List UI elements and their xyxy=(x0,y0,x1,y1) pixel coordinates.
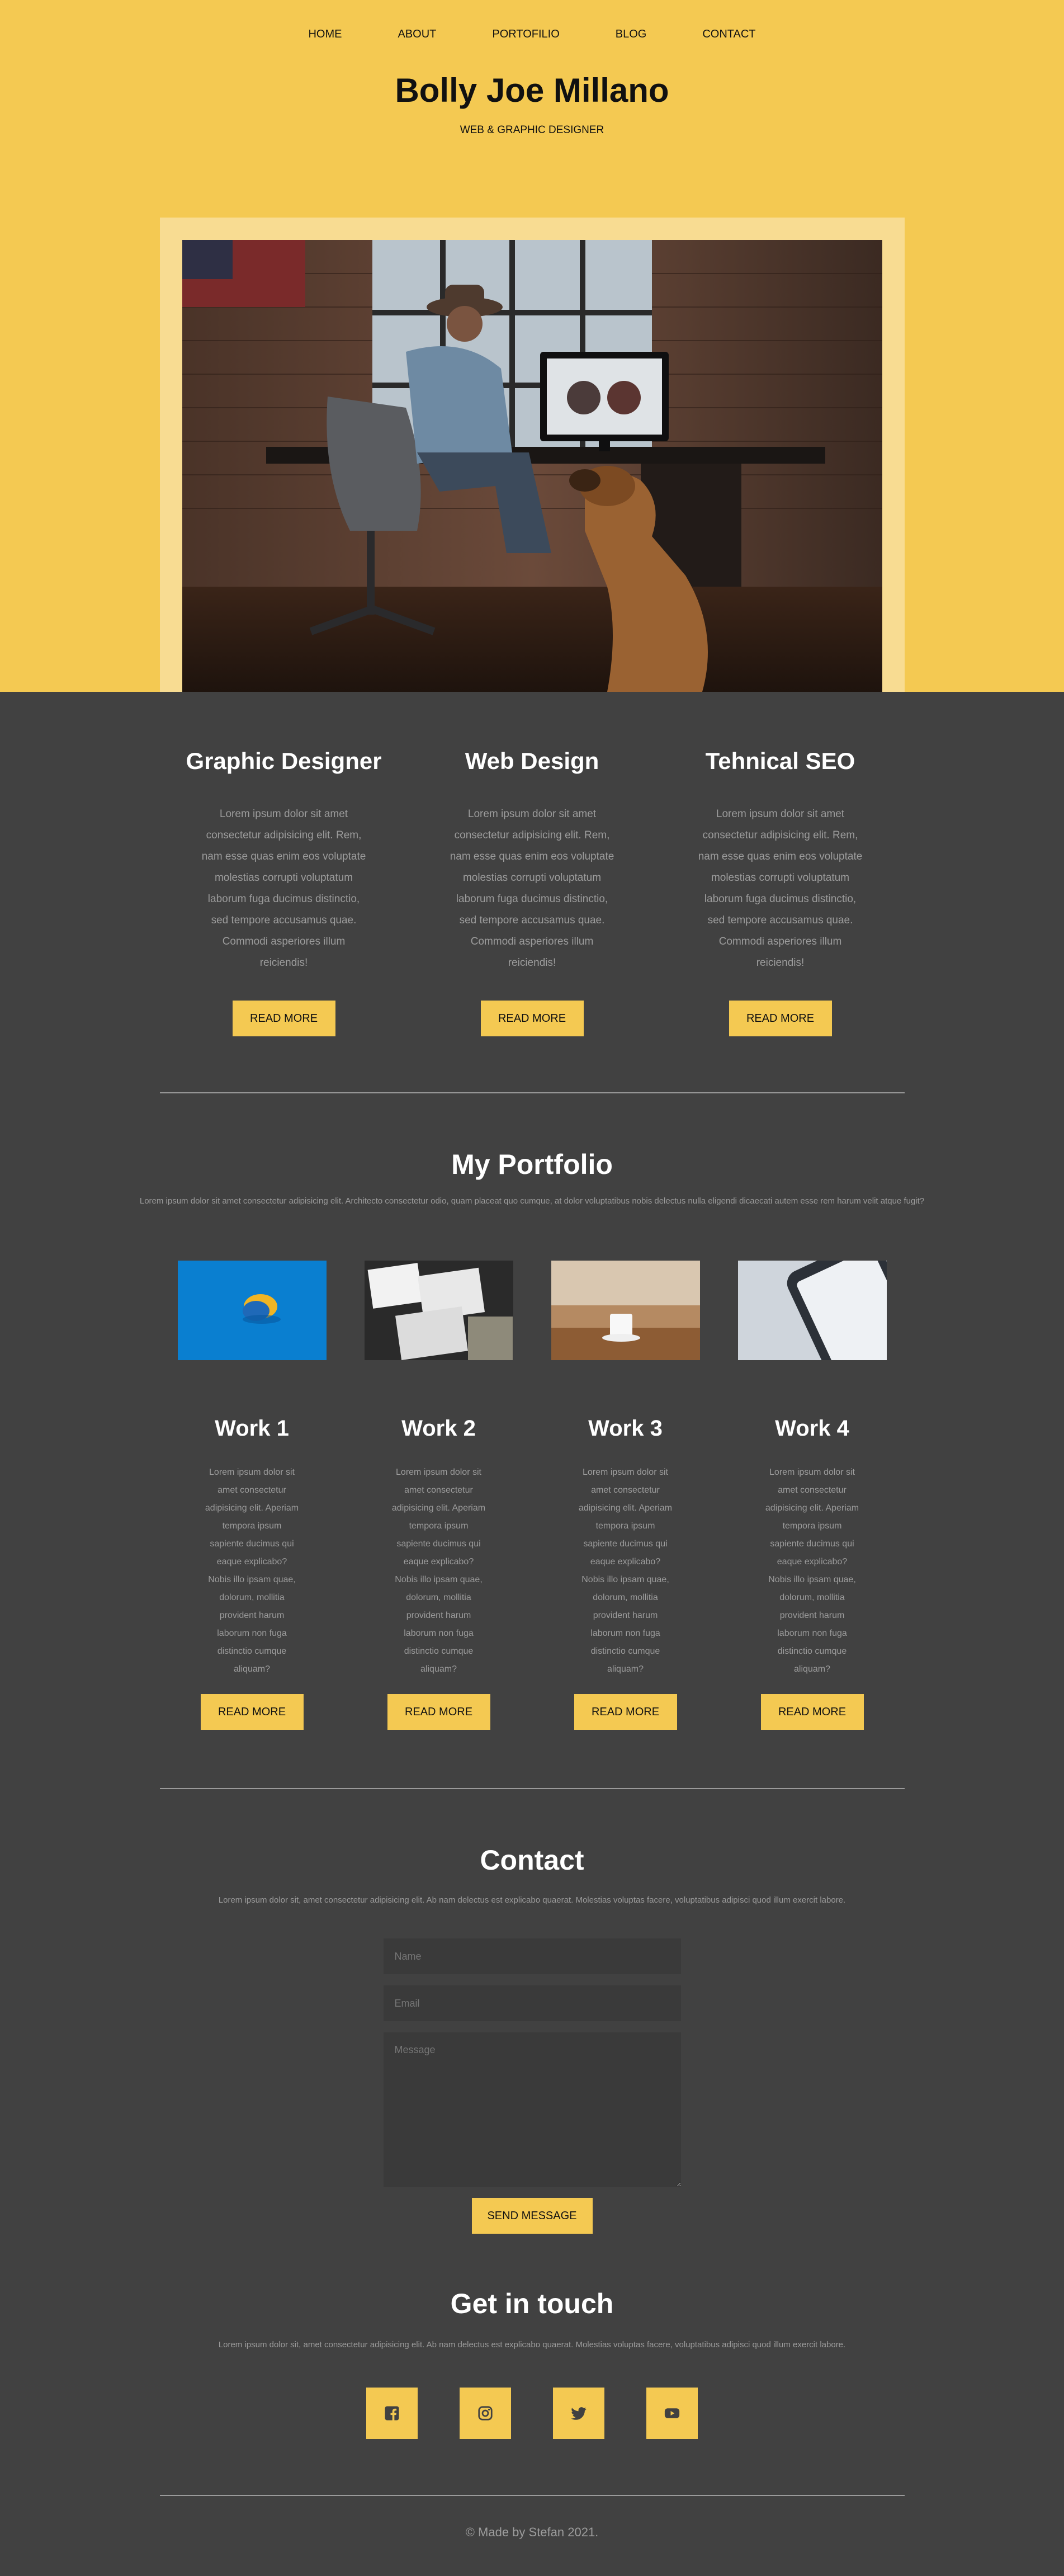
hero-photo xyxy=(182,240,882,692)
hero-section: HOME ABOUT PORTOFILIO BLOG CONTACT Bolly… xyxy=(0,0,1064,692)
name-field[interactable] xyxy=(383,1938,681,1974)
service-card: Tehnical SEO Lorem ipsum dolor sit amet … xyxy=(656,748,905,1036)
portfolio-thumbnails xyxy=(0,1261,1064,1360)
work-title: Work 3 xyxy=(588,1416,663,1441)
message-field[interactable] xyxy=(383,2032,681,2187)
portfolio-section: My Portfolio Lorem ipsum dolor sit amet … xyxy=(0,1148,1064,1730)
footer: © Made by Stefan 2021. xyxy=(0,2525,1064,2573)
portfolio-title: My Portfolio xyxy=(451,1149,613,1180)
read-more-button[interactable]: READ MORE xyxy=(387,1694,490,1730)
section-divider xyxy=(159,1788,905,1789)
read-more-button[interactable]: READ MORE xyxy=(232,1001,335,1036)
contact-form: SEND MESSAGE xyxy=(383,1938,681,2234)
facebook-link[interactable] xyxy=(366,2388,418,2439)
service-card: Web Design Lorem ipsum dolor sit amet co… xyxy=(408,748,656,1036)
service-description: Lorem ipsum dolor sit amet consectetur a… xyxy=(698,808,863,969)
work-4-image[interactable] xyxy=(737,1261,887,1360)
work-card: Work 3 Lorem ipsum dolor sit amet consec… xyxy=(551,1416,700,1730)
youtube-icon xyxy=(664,2408,680,2418)
work-description: Lorem ipsum dolor sit amet consectetur a… xyxy=(391,1468,486,1674)
instagram-link[interactable] xyxy=(460,2388,511,2439)
work-description: Lorem ipsum dolor sit amet consectetur a… xyxy=(578,1468,673,1674)
twitter-link[interactable] xyxy=(553,2388,604,2439)
read-more-button[interactable]: READ MORE xyxy=(200,1694,304,1730)
work-card: Work 4 Lorem ipsum dolor sit amet consec… xyxy=(738,1416,887,1730)
instagram-icon xyxy=(478,2406,493,2421)
lemon-on-blue-image xyxy=(177,1261,327,1360)
touch-title: Get in touch xyxy=(450,2288,614,2319)
nav-item-home[interactable]: HOME xyxy=(308,28,342,41)
work-title: Work 4 xyxy=(775,1416,849,1441)
nav-item-blog[interactable]: BLOG xyxy=(616,28,647,41)
touch-subtitle: Lorem ipsum dolor sit, amet consectetur … xyxy=(218,2340,846,2349)
read-more-button[interactable]: READ MORE xyxy=(760,1694,864,1730)
work-1-image[interactable] xyxy=(177,1261,327,1360)
footer-divider xyxy=(159,2495,905,2496)
service-title: Tehnical SEO xyxy=(705,748,855,774)
read-more-button[interactable]: READ MORE xyxy=(480,1001,584,1036)
service-card: Graphic Designer Lorem ipsum dolor sit a… xyxy=(160,748,408,1036)
portfolio-works: Work 1 Lorem ipsum dolor sit amet consec… xyxy=(0,1416,1064,1730)
contact-title: Contact xyxy=(480,1844,584,1876)
work-3-image[interactable] xyxy=(551,1261,700,1360)
footer-text: © Made by Stefan 2021. xyxy=(465,2525,599,2539)
contact-subtitle: Lorem ipsum dolor sit, amet consectetur … xyxy=(218,1895,846,1905)
service-title: Web Design xyxy=(465,748,599,774)
print-layouts-image xyxy=(364,1261,513,1360)
service-description: Lorem ipsum dolor sit amet consectetur a… xyxy=(450,808,614,969)
read-more-button[interactable]: READ MORE xyxy=(729,1001,832,1036)
service-title: Graphic Designer xyxy=(186,748,382,774)
work-title: Work 2 xyxy=(401,1416,476,1441)
man-with-dog-at-desk-image xyxy=(182,240,882,692)
nav-item-portfolio[interactable]: PORTOFILIO xyxy=(492,28,559,41)
youtube-link[interactable] xyxy=(646,2388,698,2439)
phone-design-image xyxy=(737,1261,887,1360)
email-field[interactable] xyxy=(383,1985,681,2021)
nav-item-contact[interactable]: CONTACT xyxy=(702,28,755,41)
page-title: Bolly Joe Millano xyxy=(395,72,669,109)
social-links xyxy=(0,2388,1064,2439)
read-more-button[interactable]: READ MORE xyxy=(574,1694,677,1730)
portfolio-subtitle: Lorem ipsum dolor sit amet consectetur a… xyxy=(139,1196,925,1206)
work-card: Work 2 Lorem ipsum dolor sit amet consec… xyxy=(365,1416,513,1730)
nav-item-about[interactable]: ABOUT xyxy=(398,28,436,41)
page-subtitle: WEB & GRAPHIC DESIGNER xyxy=(460,124,604,136)
work-description: Lorem ipsum dolor sit amet consectetur a… xyxy=(765,1468,859,1674)
service-description: Lorem ipsum dolor sit amet consectetur a… xyxy=(201,808,366,969)
contact-section: Contact Lorem ipsum dolor sit, amet cons… xyxy=(0,1844,1064,2234)
section-divider xyxy=(159,1092,905,1093)
work-description: Lorem ipsum dolor sit amet consectetur a… xyxy=(205,1468,299,1674)
work-2-image[interactable] xyxy=(364,1261,513,1360)
coffee-cup-image xyxy=(551,1261,700,1360)
work-title: Work 1 xyxy=(215,1416,289,1441)
twitter-icon xyxy=(571,2407,587,2420)
send-message-button[interactable]: SEND MESSAGE xyxy=(471,2198,593,2234)
get-in-touch-section: Get in touch Lorem ipsum dolor sit, amet… xyxy=(0,2287,1064,2439)
facebook-icon xyxy=(385,2406,399,2421)
work-card: Work 1 Lorem ipsum dolor sit amet consec… xyxy=(178,1416,327,1730)
hero-photo-frame xyxy=(160,218,905,692)
services-section: Graphic Designer Lorem ipsum dolor sit a… xyxy=(0,692,1064,1036)
main-nav: HOME ABOUT PORTOFILIO BLOG CONTACT xyxy=(0,0,1064,41)
